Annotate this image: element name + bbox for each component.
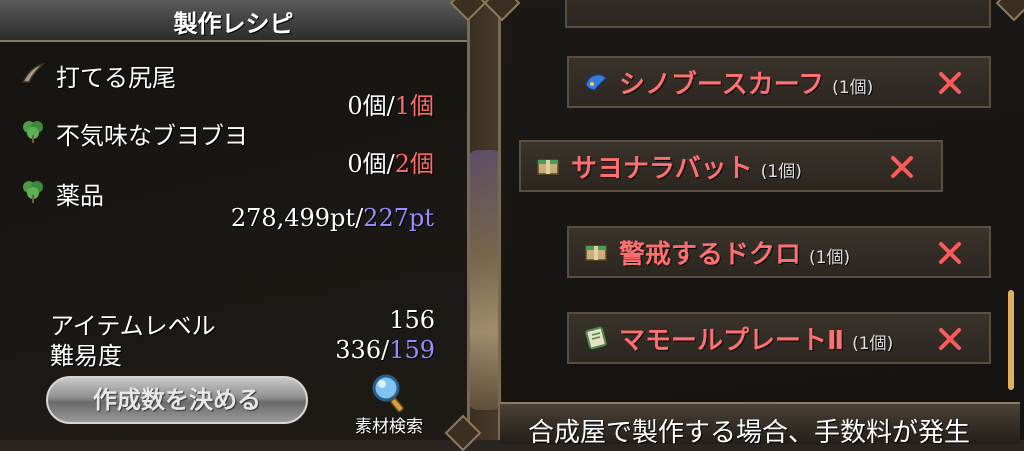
background-character xyxy=(468,150,502,410)
craft-list-item[interactable]: シノブースカーフ (1個) xyxy=(567,56,991,108)
material-name: 不気味なブヨブヨ xyxy=(56,122,248,150)
material-search-label: 素材検索 xyxy=(355,417,423,437)
item-name: マモールプレートⅡ (1個) xyxy=(619,326,894,356)
list-item-partial xyxy=(565,0,991,28)
item-name: シノブースカーフ (1個) xyxy=(619,70,874,100)
recipe-title: 製作レシピ xyxy=(173,10,294,38)
material-row: 打てる尻尾 0個/1個 xyxy=(14,58,454,120)
info-bar: 合成屋で製作する場合、手数料が発生 xyxy=(500,402,1020,448)
craft-list-item[interactable]: サヨナラバット (1個) xyxy=(519,140,943,192)
recipe-title-bar: 製作レシピ xyxy=(0,0,467,42)
material-name: 打てる尻尾 xyxy=(56,64,176,92)
material-count: 278,499pt/227pt xyxy=(230,204,434,232)
close-icon[interactable] xyxy=(937,70,963,96)
recipe-panel: 製作レシピ 打てる尻尾 0個/1個 不気味なブヨブヨ 0個/2個 薬品 278,… xyxy=(0,0,487,451)
box-icon xyxy=(585,245,607,261)
craft-list-item[interactable]: マモールプレートⅡ (1個) xyxy=(567,312,991,364)
difficulty-row: 難易度 336/159 xyxy=(50,336,435,370)
scroll-icon xyxy=(585,326,607,350)
item-level-value: 156 xyxy=(389,306,435,334)
craft-list-panel: シノブースカーフ(1個) サヨナラバット(1個) 警戒するドクロ(1個) xyxy=(483,0,1024,440)
herb-icon xyxy=(23,121,43,143)
box-icon xyxy=(537,159,559,175)
scarf-icon xyxy=(585,74,607,91)
close-icon[interactable] xyxy=(937,240,963,266)
craft-list-item[interactable]: 警戒するドクロ (1個) xyxy=(567,226,991,278)
material-row: 薬品 278,499pt/227pt xyxy=(14,176,454,232)
material-name: 薬品 xyxy=(56,182,104,210)
decide-quantity-button[interactable]: 作成数を決める xyxy=(46,376,308,424)
tail-icon xyxy=(21,62,46,83)
material-search-button[interactable]: 素材検索 xyxy=(344,372,434,437)
difficulty-value: 336/159 xyxy=(335,336,435,364)
difficulty-label: 難易度 xyxy=(50,342,122,370)
magnifier-icon xyxy=(372,374,404,413)
corner-ornament xyxy=(995,0,1024,22)
close-icon[interactable] xyxy=(937,326,963,352)
item-name: サヨナラバット (1個) xyxy=(571,154,802,184)
close-icon[interactable] xyxy=(889,154,915,180)
item-level-row: アイテムレベル 156 xyxy=(50,306,435,340)
item-name: 警戒するドクロ (1個) xyxy=(619,240,851,270)
scrollbar[interactable] xyxy=(1008,290,1014,390)
herb-icon xyxy=(23,181,43,203)
material-row: 不気味なブヨブヨ 0個/2個 xyxy=(14,116,454,178)
fee-notice: 合成屋で製作する場合、手数料が発生 xyxy=(528,418,971,448)
material-count: 0個/2個 xyxy=(347,150,434,178)
